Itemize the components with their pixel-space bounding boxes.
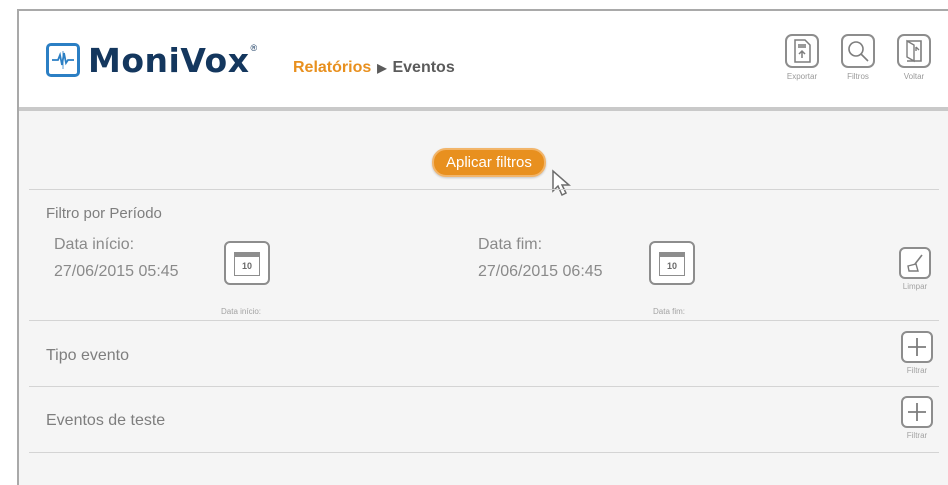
clear-label: Limpar [902, 282, 928, 291]
end-date-calendar-button[interactable]: 10 [649, 241, 695, 285]
logo: MoniVox ® [46, 41, 257, 79]
plus-icon [901, 396, 933, 428]
back-label: Voltar [903, 72, 925, 81]
export-label: Exportar [786, 72, 818, 81]
breadcrumb-relatorios[interactable]: Relatórios [293, 59, 371, 77]
filters-button[interactable]: Filtros [836, 34, 880, 81]
start-date-calendar-button[interactable]: 10 [224, 241, 270, 285]
start-date-value[interactable]: 27/06/2015 05:45 [54, 263, 179, 281]
broom-icon [899, 247, 931, 279]
divider [29, 452, 939, 453]
breadcrumb-eventos: Eventos [392, 59, 455, 76]
search-icon [841, 34, 875, 68]
divider [29, 189, 939, 190]
exit-icon [897, 34, 931, 68]
mouse-pointer-icon [552, 169, 571, 197]
test-events-filter-button[interactable]: Filtrar [899, 396, 935, 440]
clear-button[interactable]: Limpar [897, 247, 933, 291]
test-events-title: Eventos de teste [46, 412, 166, 429]
period-filter-title: Filtro por Período [46, 205, 162, 222]
event-type-filter-label: Filtrar [906, 366, 928, 375]
breadcrumb: Relatórios ▶ Eventos [293, 59, 455, 77]
divider [29, 386, 939, 387]
start-date-label: Data início: [54, 236, 135, 253]
logo-registered-mark: ® [250, 43, 258, 53]
export-icon [785, 34, 819, 68]
end-date-label: Data fim: [478, 236, 543, 253]
apply-filters-button[interactable]: Aplicar filtros [432, 148, 546, 177]
header: MoniVox ® Relatórios ▶ Eventos Exportar [19, 11, 948, 111]
back-button[interactable]: Voltar [892, 34, 936, 81]
event-type-filter-button[interactable]: Filtrar [899, 331, 935, 375]
test-events-filter-label: Filtrar [906, 431, 928, 440]
calendar-icon: 10 [234, 252, 260, 276]
breadcrumb-separator-icon: ▶ [377, 61, 387, 75]
calendar-icon: 10 [659, 252, 685, 276]
filters-label: Filtros [847, 72, 869, 81]
end-date-calendar-caption: Data fim: [653, 307, 686, 316]
end-date-value[interactable]: 27/06/2015 06:45 [478, 263, 603, 281]
start-date-calendar-caption: Data início: [221, 307, 262, 316]
divider [29, 320, 939, 321]
plus-icon [901, 331, 933, 363]
main-frame: MoniVox ® Relatórios ▶ Eventos Exportar [17, 9, 948, 485]
export-button[interactable]: Exportar [780, 34, 824, 81]
event-type-title: Tipo evento [46, 347, 130, 364]
heartbeat-icon [46, 43, 80, 77]
logo-text: MoniVox [88, 40, 250, 80]
